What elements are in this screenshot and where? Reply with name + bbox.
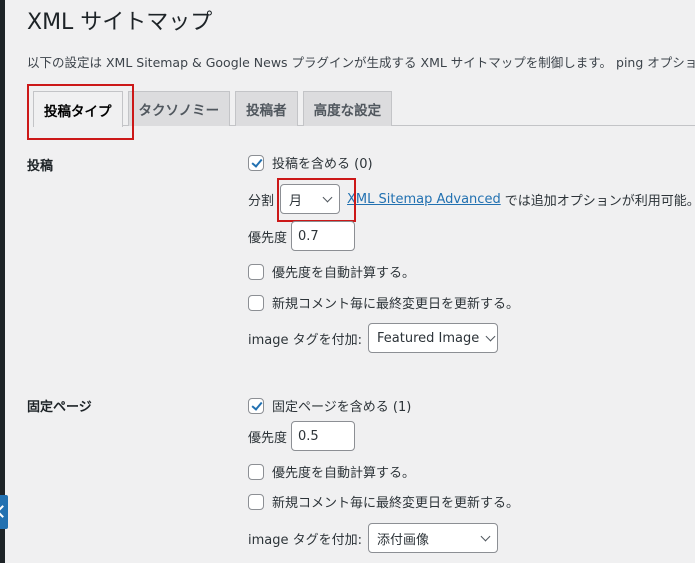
include-posts-label: 投稿を含める (0)	[272, 157, 373, 172]
posts-update-lastmod-label: 新規コメント毎に最終変更日を更新する。	[272, 297, 520, 312]
posts-priority-input[interactable]: 0.7	[291, 221, 356, 251]
tab-taxonomies[interactable]: タクソノミー	[127, 91, 231, 126]
tab-bar: 投稿タイプ タクソノミー 投稿者 高度な設定	[33, 91, 695, 127]
include-posts-row: 投稿を含める (0)	[248, 153, 373, 172]
pages-image-tag-select[interactable]: 添付画像	[368, 523, 499, 553]
posts-image-tag-label: image タグを付加:	[248, 332, 363, 348]
split-label: 分割	[248, 193, 275, 209]
pages-image-tag-value: 添付画像	[377, 532, 430, 548]
posts-auto-priority-label: 優先度を自動計算する。	[272, 266, 416, 281]
chevron-down-icon	[322, 192, 333, 202]
tab-advanced[interactable]: 高度な設定	[302, 91, 393, 126]
page-description: 以下の設定は XML Sitemap & Google News プラグインが生…	[27, 55, 695, 70]
pages-auto-priority-label: 優先度を自動計算する。	[272, 466, 416, 481]
posts-image-tag-row: image タグを付加: Featured Image	[248, 323, 499, 353]
include-pages-row: 固定ページを含める (1)	[248, 396, 411, 415]
posts-auto-priority-row: 優先度を自動計算する。	[248, 262, 415, 281]
posts-priority-row: 優先度 0.7	[248, 221, 356, 251]
posts-priority-label: 優先度	[248, 230, 288, 246]
tab-post-types[interactable]: 投稿タイプ	[33, 91, 123, 127]
pages-image-tag-row: image タグを付加: 添付画像	[248, 523, 499, 553]
posts-update-lastmod-checkbox[interactable]	[248, 294, 264, 311]
pages-update-lastmod-label: 新規コメント毎に最終変更日を更新する。	[272, 496, 520, 511]
admin-sidebar-edge	[0, 0, 5, 563]
pages-priority-input[interactable]: 0.5	[291, 421, 356, 451]
posts-auto-priority-checkbox[interactable]	[248, 263, 264, 280]
pages-priority-label: 優先度	[248, 430, 288, 446]
split-select-value: 月	[289, 193, 303, 209]
pages-image-tag-label: image タグを付加:	[248, 532, 363, 548]
include-pages-checkbox[interactable]	[248, 397, 264, 414]
pages-auto-priority-row: 優先度を自動計算する。	[248, 462, 415, 481]
chevron-down-icon	[485, 331, 496, 341]
pages-update-lastmod-checkbox[interactable]	[248, 493, 264, 510]
posts-update-lastmod-row: 新規コメント毎に最終変更日を更新する。	[248, 293, 519, 312]
chevron-down-icon	[480, 531, 491, 541]
pages-auto-priority-checkbox[interactable]	[248, 463, 264, 480]
section-label-posts: 投稿	[27, 159, 54, 174]
xml-sitemap-advanced-link[interactable]: XML Sitemap Advanced	[347, 192, 501, 207]
pages-priority-row: 優先度 0.5	[248, 421, 356, 451]
include-posts-checkbox[interactable]	[248, 154, 264, 171]
split-row: 分割 月 XML Sitemap Advanced では追加オプションが利用可能…	[248, 184, 695, 214]
pages-update-lastmod-row: 新規コメント毎に最終変更日を更新する。	[248, 492, 519, 511]
posts-image-tag-select[interactable]: Featured Image	[368, 323, 499, 353]
include-pages-label: 固定ページを含める (1)	[272, 400, 412, 415]
section-label-pages: 固定ページ	[27, 400, 92, 415]
tab-authors[interactable]: 投稿者	[235, 91, 298, 126]
split-select[interactable]: 月	[280, 184, 341, 214]
advanced-suffix-text: では追加オプションが利用可能。	[504, 193, 695, 209]
page-title: XML サイトマップ	[27, 10, 213, 35]
collapse-menu-button[interactable]	[0, 495, 8, 529]
posts-image-tag-value: Featured Image	[377, 330, 480, 346]
